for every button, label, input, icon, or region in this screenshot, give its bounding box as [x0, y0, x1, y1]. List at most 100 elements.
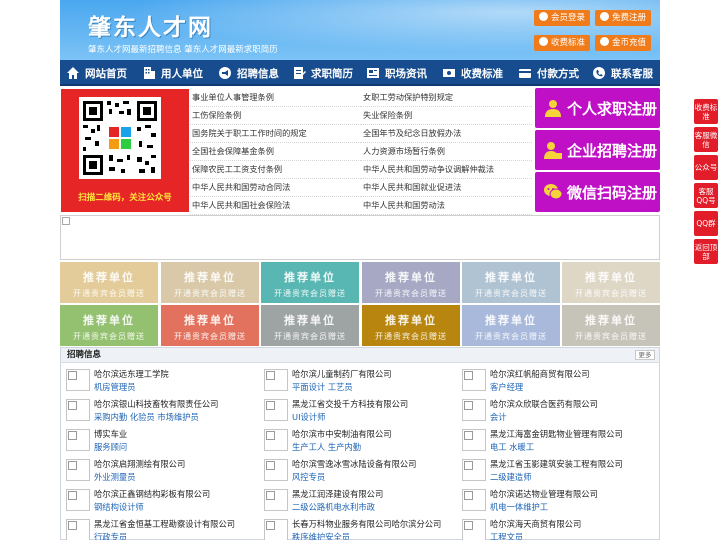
float-back-to-top[interactable]: 返回顶部 [694, 239, 718, 264]
company-link[interactable]: 哈尔滨儿童制药厂有限公司 [292, 368, 392, 380]
recommended-unit-tile[interactable]: 推荐单位 开通贵宾会员赠送 [60, 305, 158, 346]
recommended-unit-tile[interactable]: 推荐单位 开通贵宾会员赠送 [161, 305, 259, 346]
policy-link[interactable]: 中华人民共和国劳动争议调解仲裁法 [361, 161, 532, 179]
position-link[interactable]: 生产工人 生产内勤 [292, 441, 361, 453]
position-link[interactable]: 秩序维护安全员 [292, 531, 350, 540]
policy-link[interactable]: 人力资源市场暂行条例 [361, 143, 532, 161]
position-link[interactable]: 服务顾问 [94, 441, 127, 453]
company-link[interactable]: 黑龙江省玉影建筑安装工程有限公司 [490, 458, 623, 470]
company-link[interactable]: 博实车业 [94, 428, 127, 440]
personal-register-button[interactable]: 个人求职注册 [535, 88, 660, 128]
company-logo[interactable] [462, 519, 486, 540]
nav-contact[interactable]: 联系客服 [586, 60, 660, 86]
position-link[interactable]: 机电一体维护工 [490, 501, 548, 513]
recommended-unit-tile[interactable]: 推荐单位 开通贵宾会员赠送 [362, 305, 460, 346]
nav-home[interactable]: 网站首页 [60, 60, 136, 86]
company-link[interactable]: 黑龙江海富金钥匙物业管理有限公司 [490, 428, 623, 440]
company-link[interactable]: 长春万科物业服务有限公司哈尔滨分公司 [292, 518, 441, 530]
company-logo[interactable] [264, 519, 288, 540]
position-link[interactable]: 电工 水暖工 [490, 441, 534, 453]
wechat-register-button[interactable]: 微信扫码注册 [535, 172, 660, 212]
position-link[interactable]: 工程文员 [490, 531, 523, 540]
company-link[interactable]: 哈尔滨红帆船商贸有限公司 [490, 368, 590, 380]
recommended-unit-tile[interactable]: 推荐单位 开通贵宾会员赠送 [462, 262, 560, 303]
company-link[interactable]: 哈尔滨正鑫钢结构彩板有限公司 [94, 488, 210, 500]
recommended-unit-tile[interactable]: 推荐单位 开通贵宾会员赠送 [261, 262, 359, 303]
position-link[interactable]: 外业测量员 [94, 471, 136, 483]
company-logo[interactable] [264, 429, 288, 451]
policy-link[interactable]: 事业单位人事管理条例 [190, 89, 361, 107]
float-official-account[interactable]: 公众号 [694, 155, 718, 180]
position-link[interactable]: 二级公路机电水利市政 [292, 501, 375, 513]
company-logo[interactable] [66, 489, 90, 511]
position-link[interactable]: 机房管理员 [94, 381, 136, 393]
register-button[interactable]: 免费注册 [595, 10, 651, 26]
policy-link[interactable]: 中华人民共和国社会保险法 [190, 197, 361, 215]
company-link[interactable]: 哈尔滨市中安制油有限公司 [292, 428, 392, 440]
recommended-unit-tile[interactable]: 推荐单位 开通贵宾会员赠送 [161, 262, 259, 303]
recommended-unit-tile[interactable]: 推荐单位 开通贵宾会员赠送 [562, 262, 660, 303]
company-logo[interactable] [462, 399, 486, 421]
company-logo[interactable] [66, 429, 90, 451]
company-link[interactable]: 哈尔滨海天商贸有限公司 [490, 518, 581, 530]
policy-link[interactable]: 国务院关于职工工作时间的规定 [190, 125, 361, 143]
company-link[interactable]: 哈尔滨启翔测绘有限公司 [94, 458, 185, 470]
site-logo[interactable]: 肇东人才网 [88, 8, 213, 42]
nav-payment[interactable]: 付款方式 [512, 60, 586, 86]
position-link[interactable]: 钢结构设计师 [94, 501, 144, 513]
policy-link[interactable]: 工伤保险条例 [190, 107, 361, 125]
company-link[interactable]: 哈尔滨雪逸冰雪冰陆设备有限公司 [292, 458, 416, 470]
policy-link[interactable]: 女职工劳动保护特别规定 [361, 89, 532, 107]
float-qq-group[interactable]: QQ群 [694, 211, 718, 236]
company-logo[interactable] [462, 429, 486, 451]
company-logo[interactable] [264, 369, 288, 391]
login-button[interactable]: 会员登录 [534, 10, 590, 26]
recommended-unit-tile[interactable]: 推荐单位 开通贵宾会员赠送 [261, 305, 359, 346]
policy-link[interactable]: 保障农民工工资支付条例 [190, 161, 361, 179]
company-logo[interactable] [66, 519, 90, 540]
policy-link[interactable]: 中华人民共和国就业促进法 [361, 179, 532, 197]
company-logo[interactable] [66, 459, 90, 481]
ad-banner[interactable] [60, 215, 660, 260]
company-link[interactable]: 哈尔滨银山科技畜牧有限责任公司 [94, 398, 218, 410]
company-link[interactable]: 黑龙江省交投千方科技有限公司 [292, 398, 408, 410]
company-logo[interactable] [66, 369, 90, 391]
nav-jobs[interactable]: 招聘信息 [212, 60, 286, 86]
policy-link[interactable]: 失业保险条例 [361, 107, 532, 125]
policy-link[interactable]: 中华人民共和国劳动合同法 [190, 179, 361, 197]
float-wechat[interactable]: 客服微信 [694, 127, 718, 152]
policy-link[interactable]: 全国年节及纪念日放假办法 [361, 125, 532, 143]
company-logo[interactable] [264, 489, 288, 511]
position-link[interactable]: 行政专员 [94, 531, 127, 540]
recommended-unit-tile[interactable]: 推荐单位 开通贵宾会员赠送 [60, 262, 158, 303]
more-button[interactable]: 更多 [635, 350, 655, 360]
nav-employers[interactable]: 用人单位 [136, 60, 212, 86]
position-link[interactable]: 会计 [490, 411, 507, 423]
company-logo[interactable] [462, 459, 486, 481]
nav-pricing[interactable]: 收费标准 [436, 60, 512, 86]
float-pricing[interactable]: 收费标准 [694, 99, 718, 124]
company-link[interactable]: 哈尔滨众欣联合医药有限公司 [490, 398, 598, 410]
position-link[interactable]: UI设计师 [292, 411, 325, 423]
nav-resumes[interactable]: 求职简历 [286, 60, 360, 86]
nav-news[interactable]: 职场资讯 [360, 60, 436, 86]
company-logo[interactable] [462, 369, 486, 391]
company-register-button[interactable]: 企业招聘注册 [535, 130, 660, 170]
pricing-button[interactable]: 收费标准 [534, 35, 590, 51]
company-logo[interactable] [462, 489, 486, 511]
company-logo[interactable] [264, 459, 288, 481]
company-link[interactable]: 哈尔滨诺达物业管理有限公司 [490, 488, 598, 500]
company-logo[interactable] [264, 399, 288, 421]
float-qq[interactable]: 客服QQ号 [694, 183, 718, 208]
recommended-unit-tile[interactable]: 推荐单位 开通贵宾会员赠送 [462, 305, 560, 346]
position-link[interactable]: 平面设计 工艺员 [292, 381, 353, 393]
policy-link[interactable]: 全国社会保障基金条例 [190, 143, 361, 161]
position-link[interactable]: 二级建造师 [490, 471, 532, 483]
policy-link[interactable]: 中华人民共和国劳动法 [361, 197, 532, 215]
recommended-unit-tile[interactable]: 推荐单位 开通贵宾会员赠送 [362, 262, 460, 303]
company-logo[interactable] [66, 399, 90, 421]
company-link[interactable]: 哈尔滨远东理工学院 [94, 368, 169, 380]
position-link[interactable]: 风控专员 [292, 471, 325, 483]
company-link[interactable]: 黑龙江润泽建设有限公司 [292, 488, 383, 500]
company-link[interactable]: 黑龙江省金恒基工程勘察设计有限公司 [94, 518, 235, 530]
